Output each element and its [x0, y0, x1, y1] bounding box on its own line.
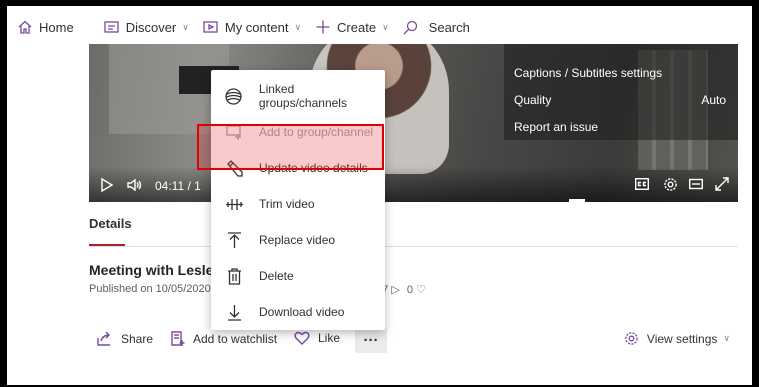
menu-item-label: Download video: [259, 305, 345, 319]
nav-home[interactable]: Home: [17, 19, 74, 35]
theater-mode-icon[interactable]: [689, 178, 703, 190]
player-settings-menu: Captions / Subtitles settings Quality Au…: [504, 44, 738, 140]
menu-item-label: Replace video: [259, 233, 336, 247]
top-nav: Home Discover ∨ My content ∨ Create ∨ Se…: [7, 14, 752, 40]
my-content-icon: [203, 19, 219, 35]
menu-item-replace-video[interactable]: Replace video: [211, 222, 385, 258]
menu-item-label: Linked groups/channels: [258, 82, 347, 110]
progress-thumb[interactable]: [569, 199, 585, 202]
discover-icon: [104, 19, 120, 35]
fullscreen-icon[interactable]: [715, 177, 729, 191]
menu-item-linked-groups[interactable]: Linked groups/channels: [211, 78, 385, 114]
download-icon: [225, 303, 243, 321]
nav-my-content-label: My content: [224, 19, 289, 35]
captions-icon[interactable]: [635, 178, 649, 190]
chevron-down-icon: ∨: [723, 333, 730, 343]
tab-details[interactable]: Details: [89, 216, 132, 231]
heart-icon: [294, 331, 310, 345]
app-frame: Home Discover ∨ My content ∨ Create ∨ Se…: [7, 6, 752, 385]
views-icon: ▷: [391, 284, 400, 296]
published-date: Published on 10/05/2020: [89, 283, 211, 295]
gear-icon: [625, 332, 638, 345]
home-icon: [17, 19, 33, 35]
watchlist-label: Add to watchlist: [193, 331, 278, 346]
nav-discover[interactable]: Discover ∨: [104, 19, 189, 35]
view-settings-button[interactable]: View settings ∨: [624, 331, 730, 346]
heart-icon: ♡: [416, 284, 426, 296]
nav-search[interactable]: Search: [403, 19, 470, 35]
layers-icon: [225, 87, 243, 105]
tab-active-indicator: [89, 244, 125, 246]
menu-item-label: Trim video: [259, 197, 315, 211]
share-button[interactable]: Share: [97, 331, 153, 346]
share-label: Share: [121, 331, 154, 346]
gear-icon[interactable]: [663, 177, 678, 192]
nav-create[interactable]: Create ∨: [315, 19, 389, 35]
more-options-button[interactable]: ···: [355, 327, 387, 353]
chevron-down-icon: ∨: [182, 21, 189, 32]
menu-item-label: Delete: [259, 269, 294, 283]
search-icon: [403, 19, 419, 35]
view-settings-label: View settings: [646, 331, 718, 346]
player-controls: 04:11 / 1: [89, 166, 738, 202]
like-button[interactable]: Like: [294, 331, 340, 345]
menu-item-delete[interactable]: Delete: [211, 258, 385, 294]
trim-icon: [225, 195, 243, 213]
video-title: Meeting with Lesley: [89, 262, 222, 278]
play-icon[interactable]: [101, 178, 113, 192]
nav-home-label: Home: [39, 19, 74, 35]
watchlist-icon: [171, 331, 185, 346]
report-issue-item[interactable]: Report an issue: [514, 120, 598, 134]
trash-icon: [225, 267, 243, 285]
nav-search-label: Search: [428, 19, 470, 35]
quality-item[interactable]: Quality: [514, 93, 551, 107]
plus-icon: [315, 19, 331, 35]
menu-item-trim-video[interactable]: Trim video: [211, 186, 385, 222]
like-label: Like: [318, 331, 341, 345]
time-display: 04:11 / 1: [155, 179, 201, 193]
captions-settings-item[interactable]: Captions / Subtitles settings: [514, 66, 662, 80]
menu-item-download-video[interactable]: Download video: [211, 294, 385, 330]
more-options-menu: Linked groups/channels Add to group/chan…: [211, 70, 385, 330]
annotation-highlight-box: [197, 124, 384, 170]
share-icon: [97, 331, 110, 346]
nav-create-label: Create: [337, 19, 377, 35]
add-to-watchlist-button[interactable]: Add to watchlist: [171, 331, 277, 346]
nav-discover-label: Discover: [125, 19, 177, 35]
volume-icon[interactable]: [127, 178, 143, 192]
nav-my-content[interactable]: My content ∨: [203, 19, 301, 35]
action-bar: Share Add to watchlist Like ··· View set…: [89, 327, 738, 353]
chevron-down-icon: ∨: [294, 21, 302, 32]
tab-bar: Details: [89, 216, 738, 247]
quality-value: Auto: [701, 93, 726, 107]
video-player[interactable]: Captions / Subtitles settings Quality Au…: [89, 44, 738, 202]
chevron-down-icon: ∨: [382, 21, 389, 32]
upload-icon: [225, 231, 243, 249]
likes-count: 0: [406, 284, 413, 296]
